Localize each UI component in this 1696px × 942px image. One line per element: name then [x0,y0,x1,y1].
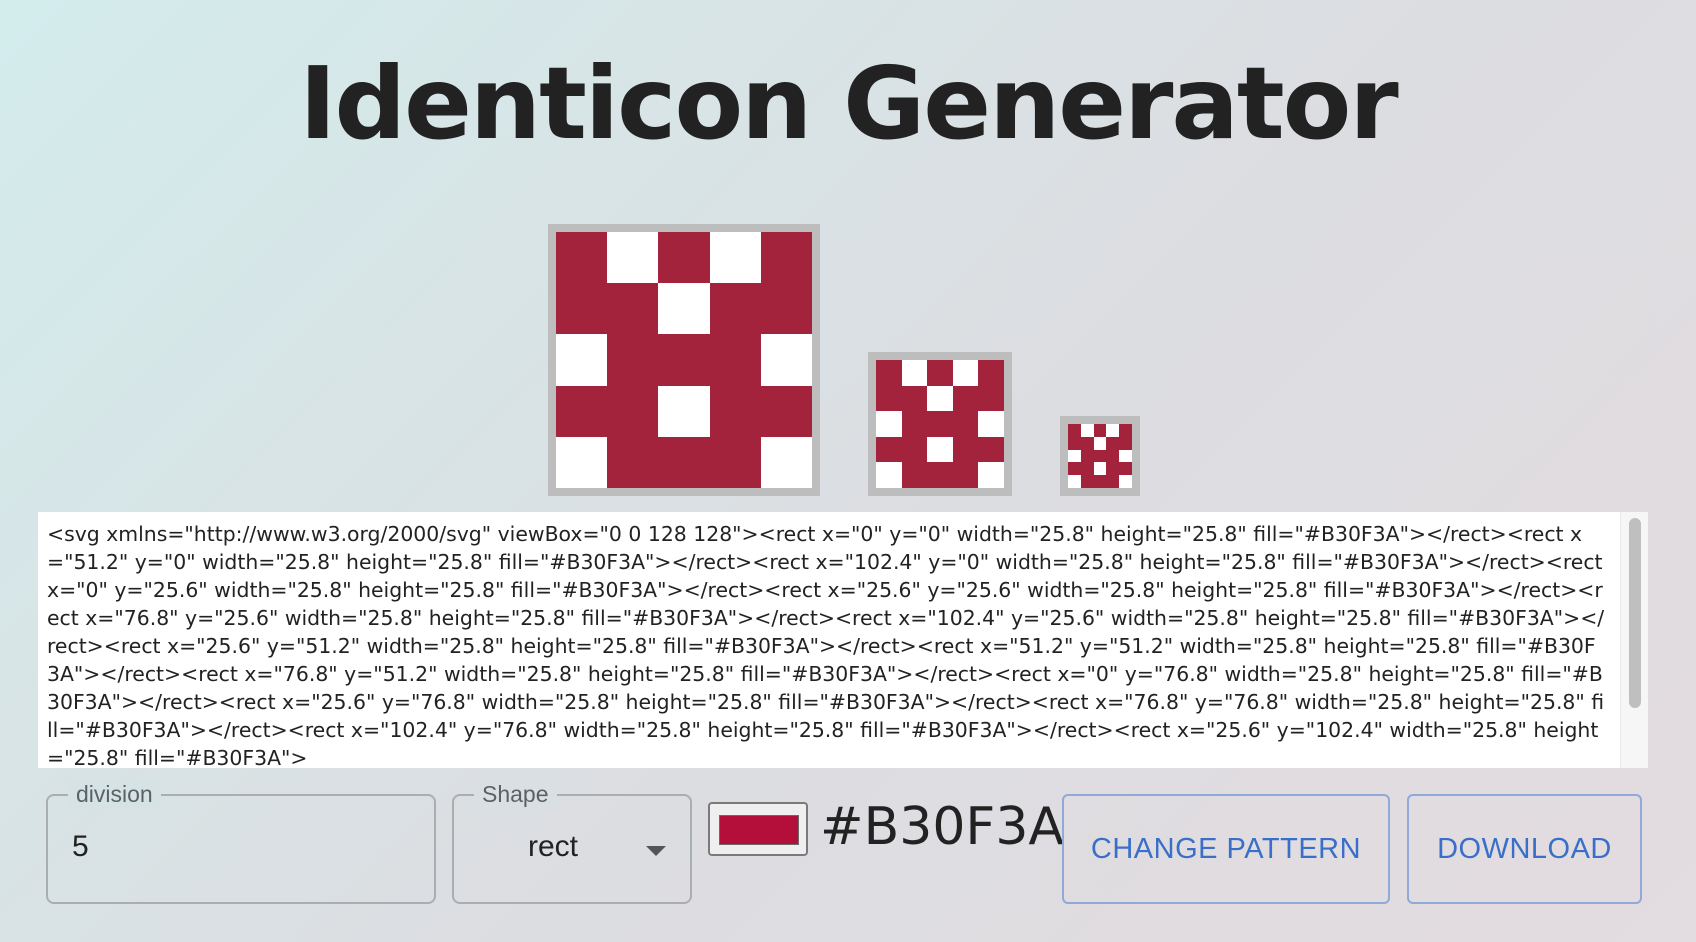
identicon-cell [927,462,953,488]
color-picker[interactable] [708,802,808,856]
shape-label: Shape [474,780,557,808]
identicon-cell [1068,450,1081,463]
division-label: division [68,780,161,808]
identicon-cell [978,360,1004,386]
identicon-cell [607,283,659,335]
identicon-cell [876,436,902,463]
identicon-cell [927,386,953,412]
identicon-cell [953,360,979,386]
identicon-cell [658,283,709,334]
svg-code-textarea[interactable]: <svg xmlns="http://www.w3.org/2000/svg" … [38,512,1648,768]
identicon-cell [760,232,812,284]
identicon-cell [1093,475,1107,488]
identicon-cell [1081,424,1094,437]
identicon-cell [1068,475,1081,488]
identicon-cell [709,283,761,335]
identicon-cell [901,462,928,488]
color-hex-value: #B30F3A [820,797,1064,857]
color-swatch-fill[interactable] [719,815,799,845]
identicon-cell [1093,424,1107,437]
identicon-cell [709,385,761,437]
identicon-cell [1094,437,1107,450]
identicon-cell [1080,449,1094,463]
identicon-cell [658,334,710,386]
shape-select[interactable]: Shape rect [452,780,692,904]
identicon-cell [1068,424,1081,437]
identicon-cell [760,385,812,437]
identicon-cell [1080,475,1094,488]
identicon-cell [607,436,659,488]
identicon-preview-small [1060,416,1140,496]
identicon-cell [876,360,902,386]
identicon-cell [901,436,928,463]
identicon-cell [1106,436,1120,450]
identicon-cell [709,436,761,488]
identicon-cell [1068,436,1081,450]
svg-code-text: <svg xmlns="http://www.w3.org/2000/svg" … [47,522,1605,768]
identicon-cell [952,436,979,463]
identicon-cell [607,385,659,437]
identicon-cell [1119,462,1132,476]
chevron-down-icon[interactable] [646,846,666,856]
identicon-cell [761,437,812,488]
identicon-cell [1106,424,1119,437]
identicon-cell [952,385,979,412]
identicon-cell [901,411,928,437]
identicon-cell [658,232,710,284]
identicon-cell [1093,449,1107,463]
identicon-cell [556,334,607,385]
identicon-cell [1094,462,1107,475]
shape-value[interactable]: rect [528,830,578,864]
identicon-cell [761,334,812,385]
identicon-cell [1119,450,1132,463]
identicon-cell [927,411,953,437]
identicon-cell [1106,475,1120,488]
change-pattern-button[interactable]: CHANGE PATTERN [1062,794,1390,904]
identicon-cell [607,232,658,283]
identicon-cell [1106,462,1120,476]
identicon-grid [556,232,812,488]
identicon-preview-medium [868,352,1012,496]
identicon-cell [658,386,709,437]
identicon-cell [1080,436,1094,450]
download-button[interactable]: DOWNLOAD [1407,794,1642,904]
identicon-cell [927,360,953,386]
identicon-cell [876,411,902,437]
identicon-cell [1119,424,1132,437]
identicon-cell [902,360,928,386]
identicon-cell [952,411,979,437]
identicon-cell [556,232,608,284]
identicon-cell [927,437,953,463]
identicon-cell [1119,475,1132,488]
identicon-grid [876,360,1004,488]
identicon-cell [760,283,812,335]
identicon-cell [1106,449,1120,463]
svg-code-scrollbar[interactable] [1620,512,1648,768]
page-title: Identicon Generator [299,45,1398,162]
identicon-cell [978,385,1004,412]
scrollbar-thumb[interactable] [1629,518,1641,708]
identicon-cell [978,411,1004,437]
division-value[interactable]: 5 [72,830,89,864]
identicon-cell [556,283,608,335]
identicon-cell [658,436,710,488]
identicon-cell [1068,462,1081,476]
identicon-cell [1119,436,1132,450]
identicon-grid [1068,424,1132,488]
identicon-cell [978,436,1004,463]
identicon-preview-large [548,224,820,496]
identicon-cell [901,385,928,412]
identicon-cell [607,334,659,386]
identicon-cell [952,462,979,488]
identicon-cell [709,334,761,386]
identicon-cell [710,232,761,283]
identicon-cell [876,385,902,412]
identicon-cell [1080,462,1094,476]
identicon-cell [876,462,902,488]
identicon-cell [978,462,1004,488]
identicon-cell [556,437,607,488]
division-input[interactable]: division 5 [46,780,436,904]
identicon-cell [556,385,608,437]
